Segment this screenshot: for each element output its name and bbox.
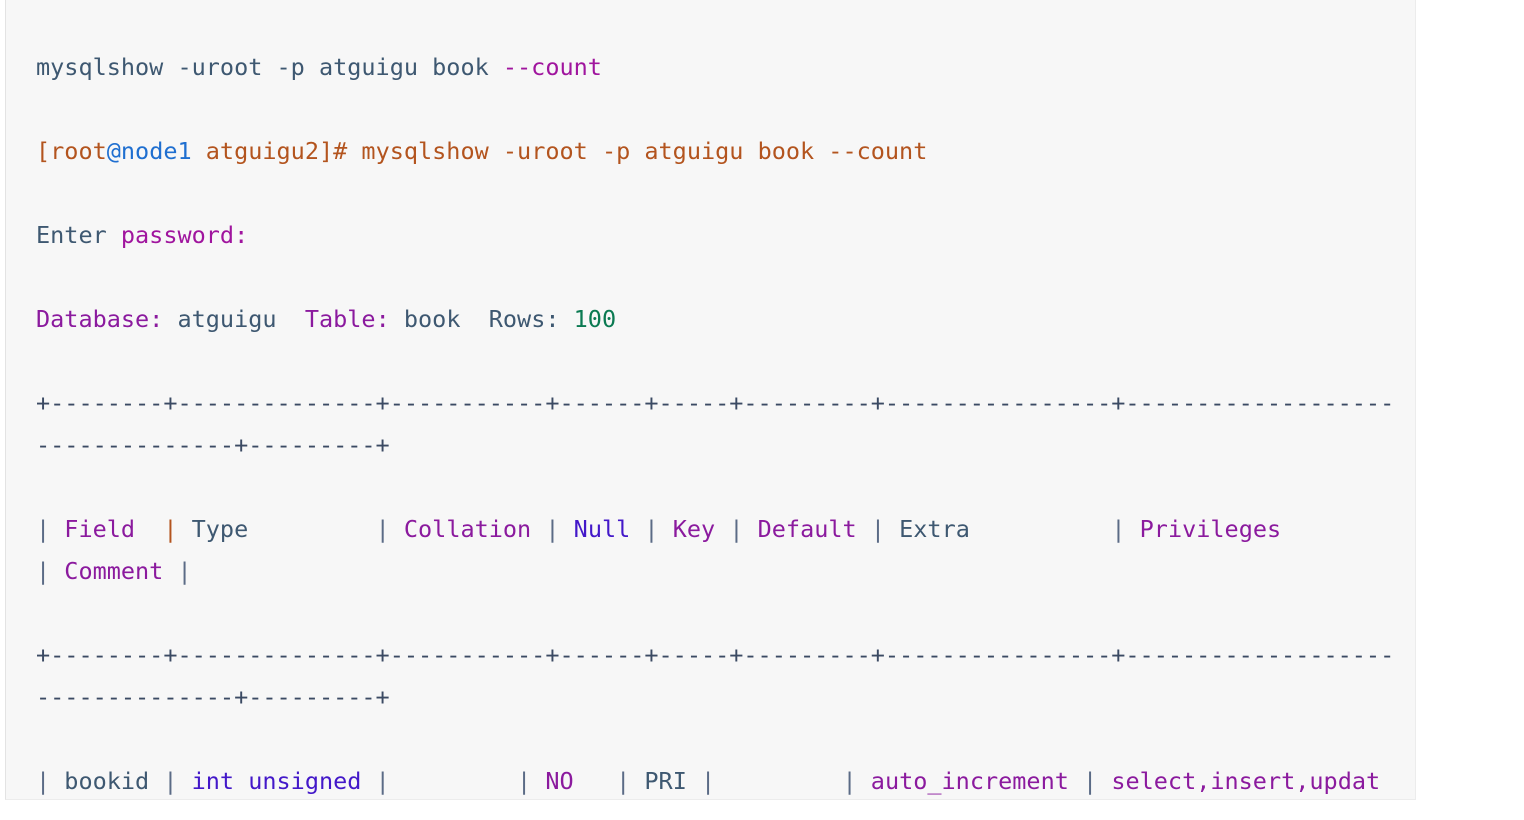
token-header-null: Null	[573, 515, 631, 543]
token-rows-value: 100	[573, 305, 617, 333]
code-line-rule-top: +--------+--------------+-----------+---…	[36, 389, 1395, 459]
token-table-value: book	[403, 305, 461, 333]
code-scroll-area[interactable]: mysqlshow -uroot -p atguigu book --count…	[6, 0, 1415, 799]
token-pipe: | |	[361, 767, 546, 795]
token-pipe: |	[531, 515, 574, 543]
token-prompt-path: atguigu2]#	[191, 137, 362, 165]
token-pipe: |	[163, 557, 192, 585]
token-cell-field: bookid	[64, 767, 150, 795]
token-cell-extra: auto_increment	[870, 767, 1069, 795]
token-pipe: |	[715, 515, 758, 543]
code-line-rule-mid: +--------+--------------+-----------+---…	[36, 641, 1395, 711]
token-header-default: Default	[757, 515, 857, 543]
token-rows-label: Rows:	[460, 305, 574, 333]
token-database-value: atguigu	[177, 305, 277, 333]
token-pipe: |	[135, 515, 192, 543]
token-pipe: |	[1068, 767, 1112, 795]
token-cell-null: NO	[545, 767, 574, 795]
token-command: mysqlshow -uroot -p atguigu book	[36, 53, 503, 81]
token-enter: Enter	[36, 221, 121, 249]
token-header-privileges: Privileges	[1139, 515, 1282, 543]
token-pipe: |	[149, 767, 192, 795]
token-pipe: |	[36, 515, 65, 543]
token-pipe: |	[36, 767, 65, 795]
token-password: password:	[120, 221, 249, 249]
token-header-field: Field	[64, 515, 136, 543]
token-header-type: Type	[191, 515, 249, 543]
token-prompt-host[interactable]: @node1	[107, 137, 192, 165]
code-block[interactable]: mysqlshow -uroot -p atguigu book --count…	[5, 0, 1416, 800]
page-root: mysqlshow -uroot -p atguigu book --count…	[0, 0, 1524, 820]
token-pipe: | |	[686, 767, 871, 795]
token-cell-type: int unsigned	[191, 767, 362, 795]
table-row: | bookid | int unsigned | | NO | PRI | |…	[36, 760, 1401, 799]
token-pipe: |	[573, 767, 645, 795]
token-database-label: Database:	[36, 305, 178, 333]
token-pipe: |	[630, 515, 673, 543]
code-line-password-prompt: Enter password:	[36, 214, 1401, 256]
token-header-comment: Comment	[64, 557, 164, 585]
token-header-key: Key	[672, 515, 716, 543]
token-pipe: |	[969, 515, 1140, 543]
token-pipe: |	[856, 515, 900, 543]
token-table-label: Table:	[276, 305, 404, 333]
code-line-table-header: | Field | Type | Collation | Null | Key …	[36, 508, 1401, 592]
token-prompt-command: mysqlshow -uroot -p atguigu book --count	[361, 137, 928, 165]
token-header-collation: Collation	[403, 515, 532, 543]
token-flag-count: --count	[502, 53, 602, 81]
terminal-transcript: mysqlshow -uroot -p atguigu book --count…	[6, 4, 1415, 799]
token-cell-key: PRI	[644, 767, 687, 795]
code-line-command: mysqlshow -uroot -p atguigu book --count	[36, 46, 1401, 88]
token-prompt-user: [root	[36, 137, 107, 165]
token-header-extra: Extra	[899, 515, 970, 543]
code-line-prompt: [root@node1 atguigu2]# mysqlshow -uroot …	[36, 130, 1401, 172]
code-line-meta: Database: atguigu Table: book Rows: 100	[36, 298, 1401, 340]
token-pipe: |	[248, 515, 404, 543]
